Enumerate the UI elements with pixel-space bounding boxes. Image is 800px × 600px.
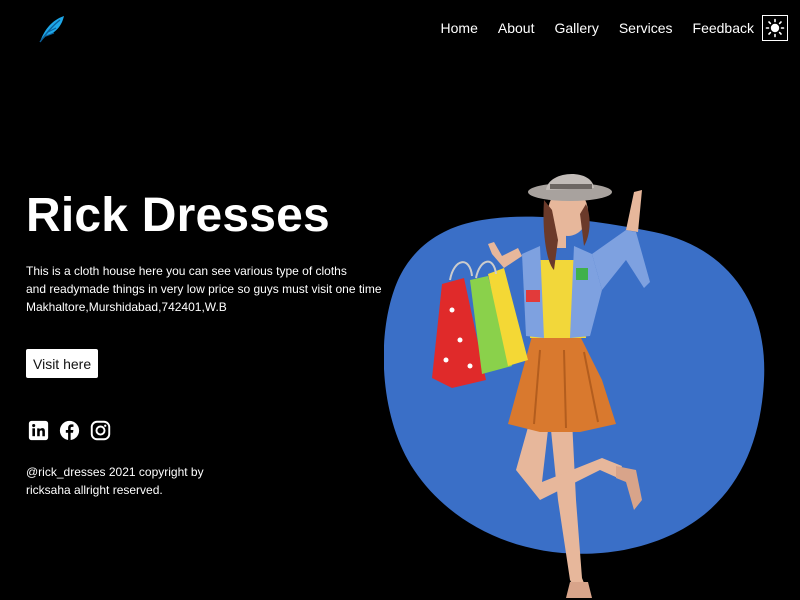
- page: Home About Gallery Services Feedback Ric…: [0, 0, 800, 600]
- feather-icon[interactable]: [34, 12, 68, 46]
- copyright-line: ricksaha allright reserved.: [26, 483, 163, 497]
- nav-home[interactable]: Home: [441, 14, 478, 42]
- nav-feedback[interactable]: Feedback: [693, 14, 754, 42]
- copyright-line: @rick_dresses 2021 copyright by: [26, 465, 204, 479]
- facebook-icon[interactable]: [59, 420, 80, 441]
- description-line: and readymade things in very low price s…: [26, 282, 382, 296]
- theme-toggle-button[interactable]: [762, 15, 788, 41]
- nav-gallery[interactable]: Gallery: [554, 14, 598, 42]
- visit-here-button[interactable]: Visit here: [26, 349, 99, 378]
- social-links: [28, 420, 111, 441]
- sun-icon: [765, 18, 785, 38]
- address-line: Makhaltore,Murshidabad,742401,W.B: [26, 300, 227, 314]
- page-title: Rick Dresses: [26, 189, 330, 242]
- linkedin-icon[interactable]: [28, 420, 49, 441]
- main-nav: Home About Gallery Services Feedback: [441, 14, 788, 42]
- woman-with-shopping-bags-image: [432, 173, 650, 598]
- instagram-icon[interactable]: [90, 420, 111, 441]
- description-line: This is a cloth house here you can see v…: [26, 264, 347, 278]
- nav-services[interactable]: Services: [619, 14, 673, 42]
- copyright-text: @rick_dresses 2021 copyright by ricksaha…: [26, 463, 204, 499]
- hero-description: This is a cloth house here you can see v…: [26, 262, 406, 316]
- nav-about[interactable]: About: [498, 14, 535, 42]
